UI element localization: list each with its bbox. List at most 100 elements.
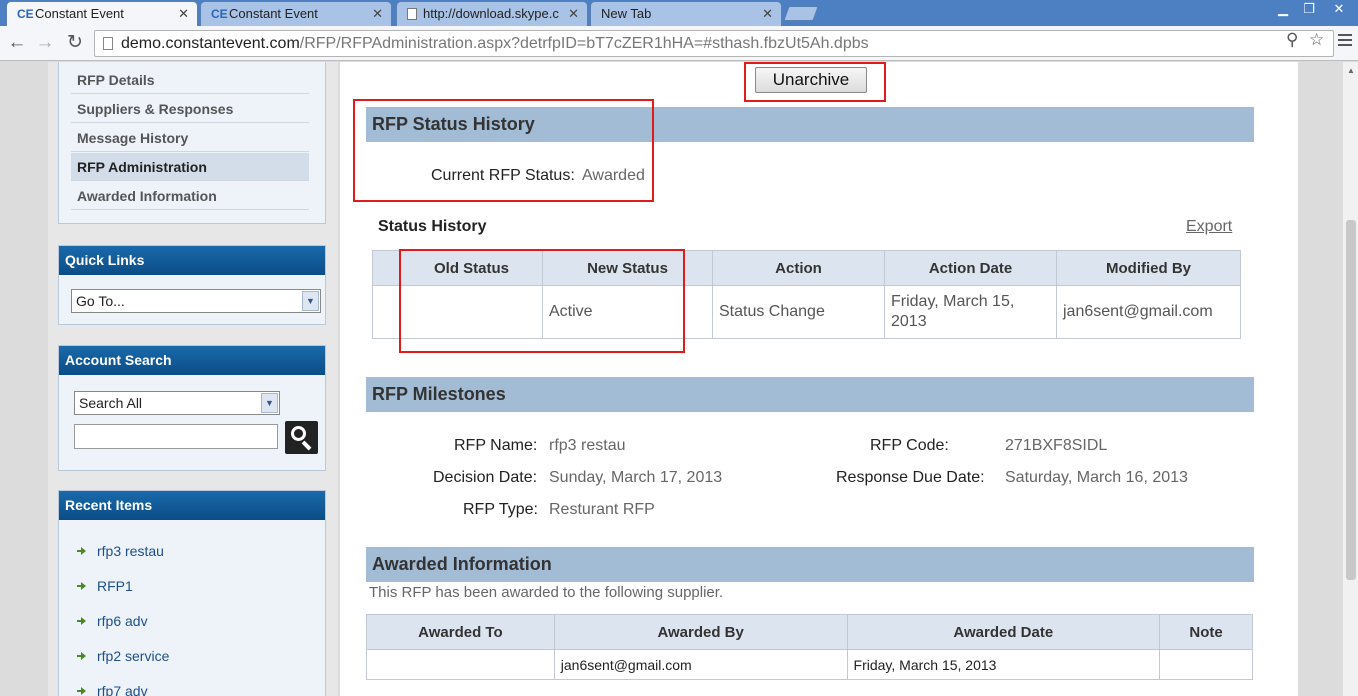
rfp-name-value: rfp3 restau <box>549 437 626 454</box>
scrollbar-thumb[interactable] <box>1346 220 1356 580</box>
column-header-selector <box>372 250 401 286</box>
close-icon[interactable]: ✕ <box>762 2 773 26</box>
recent-item[interactable]: RFP1 <box>77 578 133 594</box>
browser-tab-skype[interactable]: http://download.skype.c ✕ <box>396 1 588 26</box>
table-header-row: Awarded To Awarded By Awarded Date Note <box>366 614 1253 650</box>
rfp-code-label: RFP Code: <box>870 437 949 454</box>
awarded-intro: This RFP has been awarded to the followi… <box>369 584 724 601</box>
recent-item[interactable]: rfp3 restau <box>77 543 164 559</box>
subnav-rfp-details[interactable]: RFP Details <box>71 66 309 94</box>
close-icon[interactable]: ✕ <box>564 2 579 26</box>
column-header-note: Note <box>1159 614 1253 650</box>
cell-note <box>1159 649 1253 680</box>
ce-favicon-icon: CE <box>211 7 228 21</box>
recent-items-title: Recent Items <box>59 491 325 520</box>
cell-selector <box>372 285 401 339</box>
column-header-action-date: Action Date <box>884 250 1057 286</box>
new-tab-button[interactable] <box>783 6 819 21</box>
close-icon[interactable]: ✕ <box>372 2 383 26</box>
page-icon <box>103 37 113 50</box>
browser-tab-constant-event-2[interactable]: CEConstant Event ✕ <box>200 1 392 26</box>
arrow-bullet-icon <box>77 617 86 625</box>
cell-awarded-to <box>366 649 555 680</box>
scroll-up-icon[interactable]: ▲ <box>1347 66 1355 75</box>
account-search-input[interactable] <box>74 424 278 449</box>
subnav-awarded-information[interactable]: Awarded Information <box>71 182 309 210</box>
search-icon <box>291 426 306 441</box>
arrow-bullet-icon <box>77 687 86 695</box>
page-icon <box>407 8 417 20</box>
quick-links-select-value: Go To... <box>76 293 125 309</box>
status-history-subtitle: Status History <box>378 218 487 235</box>
window-close-icon[interactable]: ✕ <box>1326 0 1352 18</box>
recent-item[interactable]: rfp2 service <box>77 648 169 664</box>
chevron-down-icon[interactable]: ▼ <box>261 393 278 413</box>
browser-tabstrip: CEConstant Event ✕ CEConstant Event ✕ ht… <box>0 0 1358 26</box>
subnav-suppliers-responses[interactable]: Suppliers & Responses <box>71 95 309 123</box>
cell-action: Status Change <box>712 285 885 339</box>
browser-toolbar: ← → ↻ demo.constantevent.com/RFP/RFPAdmi… <box>0 26 1358 61</box>
rfp-type-label: RFP Type: <box>463 501 538 518</box>
rfp-name-label: RFP Name: <box>454 437 538 454</box>
minimize-icon[interactable]: ▁ <box>1270 0 1296 18</box>
column-header-awarded-to: Awarded To <box>366 614 555 650</box>
annotation-box <box>353 99 654 202</box>
arrow-bullet-icon <box>77 582 86 590</box>
arrow-bullet-icon <box>77 547 86 555</box>
awarded-table: Awarded To Awarded By Awarded Date Note … <box>366 614 1253 680</box>
rfp-code-value: 271BXF8SIDL <box>1005 437 1108 454</box>
response-due-label: Response Due Date: <box>836 469 985 486</box>
search-scope-select[interactable]: Search All ▼ <box>74 391 280 415</box>
column-header-modified-by: Modified By <box>1056 250 1241 286</box>
close-icon[interactable]: ✕ <box>178 2 189 26</box>
cell-modified-by: jan6sent@gmail.com <box>1056 285 1241 339</box>
browser-tab-constant-event[interactable]: CEConstant Event ✕ <box>6 1 198 26</box>
reload-icon[interactable]: ↻ <box>64 32 86 54</box>
annotation-box <box>399 249 685 353</box>
cell-awarded-date: Friday, March 15, 2013 <box>846 649 1161 680</box>
column-header-awarded-date: Awarded Date <box>846 614 1161 650</box>
quick-links-select[interactable]: Go To... ▼ <box>71 289 321 313</box>
arrow-bullet-icon <box>77 652 86 660</box>
awarded-heading: Awarded Information <box>366 547 1254 582</box>
milestones-heading: RFP Milestones <box>366 377 1254 412</box>
rfp-subnav: RFP Details Suppliers & Responses Messag… <box>58 62 326 224</box>
account-search-title: Account Search <box>59 346 325 375</box>
quick-links-title: Quick Links <box>59 246 325 275</box>
recent-items-box: Recent Items rfp3 restau RFP1 rfp6 adv r… <box>58 490 326 696</box>
ce-favicon-icon: CE <box>17 7 34 21</box>
search-scope-value: Search All <box>79 395 143 411</box>
page-viewport: RFP Details Suppliers & Responses Messag… <box>0 62 1342 696</box>
table-row: jan6sent@gmail.com Friday, March 15, 201… <box>366 649 1253 680</box>
tab-title: Constant Event <box>35 6 124 21</box>
vertical-scrollbar[interactable]: ▲ <box>1342 62 1358 696</box>
url-host: demo.constantevent.com <box>121 35 300 52</box>
url-path: /RFP/RFPAdministration.aspx?detrfpID=bT7… <box>299 35 869 52</box>
search-button[interactable] <box>285 421 318 454</box>
subnav-message-history[interactable]: Message History <box>71 124 309 152</box>
quick-links-box: Quick Links Go To... ▼ <box>58 245 326 325</box>
bookmark-star-icon[interactable]: ☆ <box>1309 30 1324 50</box>
tab-title: New Tab <box>601 6 652 21</box>
browser-tab-new-tab[interactable]: New Tab ✕ <box>590 1 782 26</box>
address-bar[interactable]: demo.constantevent.com/RFP/RFPAdministra… <box>94 30 1334 57</box>
subnav-rfp-administration[interactable]: RFP Administration <box>71 153 309 181</box>
recent-item[interactable]: rfp6 adv <box>77 613 148 629</box>
forward-arrow-icon[interactable]: → <box>34 32 56 54</box>
back-arrow-icon[interactable]: ← <box>6 32 28 54</box>
decision-date-value: Sunday, March 17, 2013 <box>549 469 723 486</box>
tab-title: Constant Event <box>229 6 318 21</box>
cell-action-date: Friday, March 15, 2013 <box>884 285 1057 339</box>
rfp-type-value: Resturant RFP <box>549 501 655 518</box>
annotation-box <box>744 62 886 102</box>
export-link[interactable]: Export <box>1186 218 1232 236</box>
column-header-action: Action <box>712 250 885 286</box>
menu-icon[interactable] <box>1338 34 1352 49</box>
restore-icon[interactable]: ❐ <box>1296 0 1322 18</box>
chevron-down-icon[interactable]: ▼ <box>302 291 319 311</box>
cell-awarded-by: jan6sent@gmail.com <box>553 649 848 680</box>
recent-item[interactable]: rfp7 adv <box>77 683 148 696</box>
zoom-icon[interactable]: ⚲ <box>1286 30 1298 50</box>
decision-date-label: Decision Date: <box>433 469 538 486</box>
tab-title: http://download.skype.c <box>423 6 559 21</box>
